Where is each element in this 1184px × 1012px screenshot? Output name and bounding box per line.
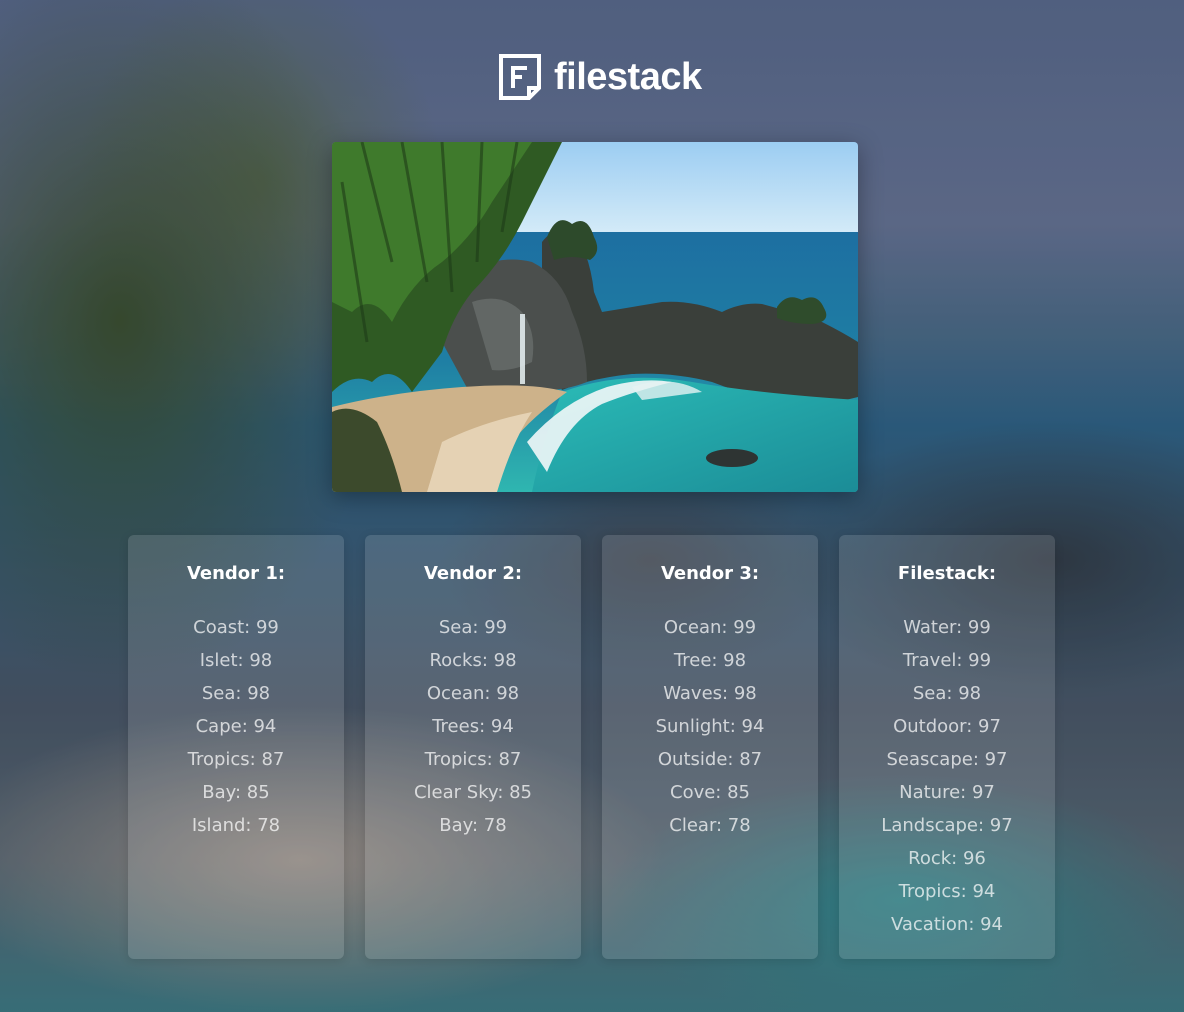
panel-title: Vendor 3: — [660, 563, 760, 584]
panel-title: Filestack: — [897, 563, 997, 584]
filestack-panel: Filestack: Water: 99 Travel: 99 Sea: 98 … — [839, 535, 1055, 959]
tag-item: Tropics: 87 — [424, 749, 522, 770]
tag-item: Cove: 85 — [670, 782, 750, 803]
tag-item: Outdoor: 97 — [893, 716, 1001, 737]
tag-item: Sea: 98 — [912, 683, 982, 704]
tag-item: Waves: 98 — [663, 683, 757, 704]
panel-title: Vendor 1: — [186, 563, 286, 584]
tag-item: Tree: 98 — [673, 650, 747, 671]
tag-item: Ocean: 98 — [426, 683, 520, 704]
brand-logo: filestack — [498, 52, 702, 102]
filestack-logo-icon — [499, 54, 541, 100]
tag-item: Rock: 96 — [908, 848, 986, 869]
vendor-panel-3: Vendor 3: Ocean: 99 Tree: 98 Waves: 98 S… — [602, 535, 818, 959]
tag-list: Ocean: 99 Tree: 98 Waves: 98 Sunlight: 9… — [602, 611, 818, 842]
tag-item: Bay: 85 — [202, 782, 270, 803]
panel-title: Vendor 2: — [423, 563, 523, 584]
tag-item: Vacation: 94 — [890, 914, 1004, 935]
tag-item: Water: 99 — [903, 617, 991, 638]
tag-item: Travel: 99 — [902, 650, 992, 671]
tag-item: Cape: 94 — [195, 716, 277, 737]
tag-item: Outside: 87 — [657, 749, 763, 770]
vendor-panel-1: Vendor 1: Coast: 99 Islet: 98 Sea: 98 Ca… — [128, 535, 344, 959]
brand-name: filestack — [554, 55, 702, 98]
tag-item: Clear Sky: 85 — [413, 782, 533, 803]
analyzed-image — [332, 142, 858, 492]
vendor-panel-2: Vendor 2: Sea: 99 Rocks: 98 Ocean: 98 Tr… — [365, 535, 581, 959]
tag-item: Seascape: 97 — [886, 749, 1008, 770]
tag-item: Island: 78 — [191, 815, 281, 836]
tag-item: Tropics: 87 — [187, 749, 285, 770]
tag-item: Clear: 78 — [669, 815, 751, 836]
tag-item: Islet: 98 — [199, 650, 273, 671]
tag-list: Coast: 99 Islet: 98 Sea: 98 Cape: 94 Tro… — [128, 611, 344, 842]
tag-item: Nature: 97 — [899, 782, 995, 803]
tag-item: Trees: 94 — [432, 716, 514, 737]
tag-item: Bay: 78 — [439, 815, 507, 836]
tag-list: Sea: 99 Rocks: 98 Ocean: 98 Trees: 94 Tr… — [365, 611, 581, 842]
tag-item: Rocks: 98 — [429, 650, 517, 671]
coastal-cove-photo — [332, 142, 858, 492]
tag-item: Landscape: 97 — [881, 815, 1013, 836]
tag-item: Tropics: 94 — [898, 881, 996, 902]
tag-item: Sunlight: 94 — [655, 716, 765, 737]
tag-item: Sea: 99 — [438, 617, 508, 638]
tag-item: Sea: 98 — [201, 683, 271, 704]
tag-item: Ocean: 99 — [663, 617, 757, 638]
tag-list: Water: 99 Travel: 99 Sea: 98 Outdoor: 97… — [839, 611, 1055, 941]
tag-item: Coast: 99 — [193, 617, 279, 638]
